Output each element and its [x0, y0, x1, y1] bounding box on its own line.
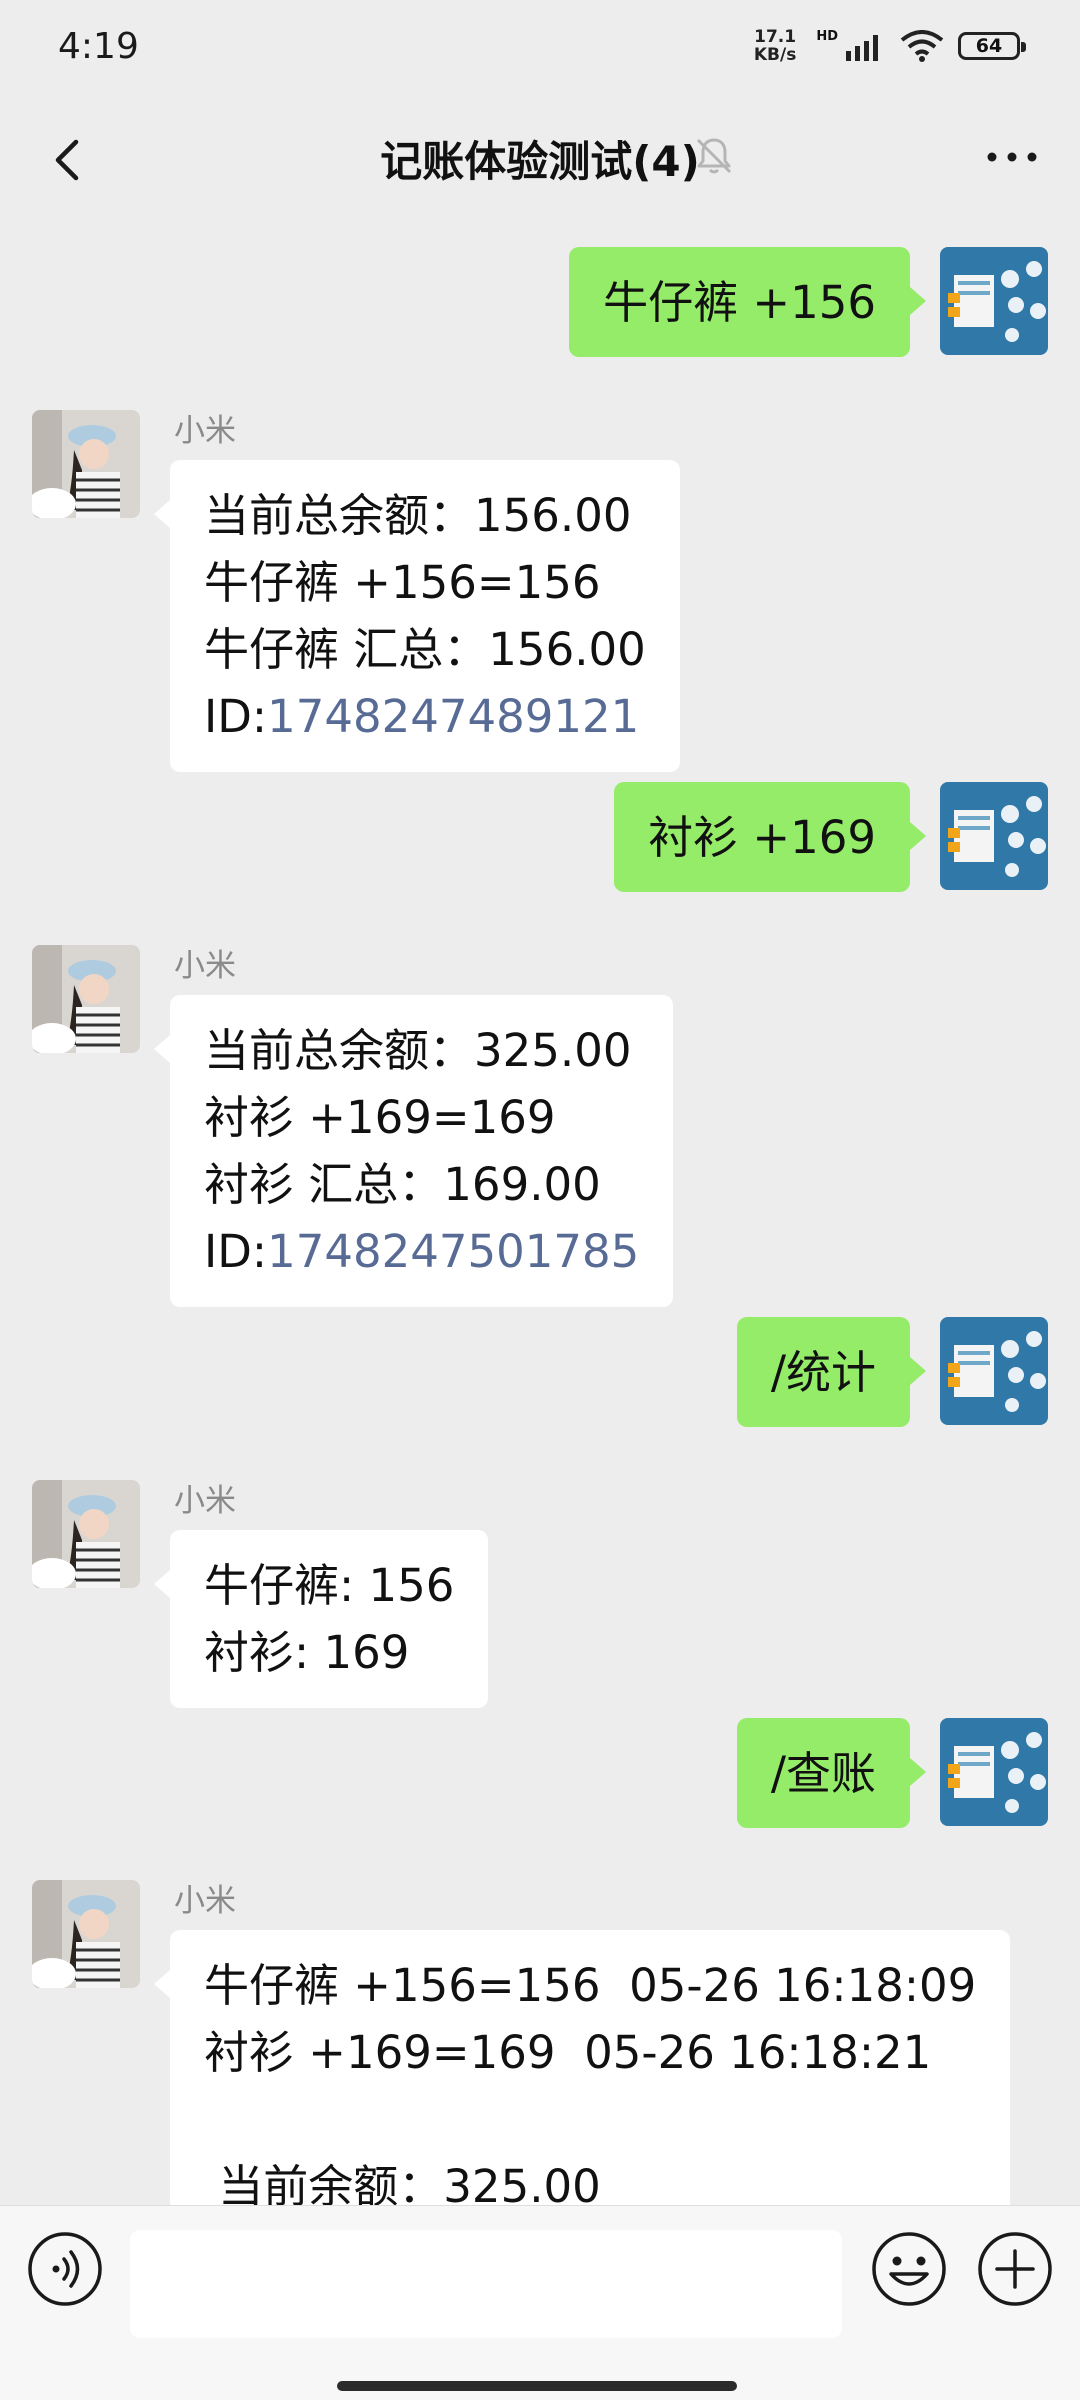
message-text: 衬衫 +169: [648, 810, 876, 864]
more-icon[interactable]: [980, 132, 1044, 182]
incoming-message-bubble[interactable]: 牛仔裤: 156 衬衫: 169: [153, 1530, 489, 1708]
contact-avatar[interactable]: [32, 410, 140, 518]
message-id-link[interactable]: 1748247501785: [267, 1225, 639, 1278]
sender-name: 小米: [174, 1883, 236, 1919]
emoji-icon[interactable]: [870, 2230, 948, 2308]
sender-name: 小米: [174, 1483, 236, 1519]
message-line: 当前总余额：325.00: [204, 1024, 632, 1077]
contact-avatar-image: [32, 945, 140, 1053]
message-line: 当前余额：325.00: [204, 2160, 601, 2205]
my-avatar-image: [940, 782, 1048, 890]
home-indicator[interactable]: [337, 2381, 737, 2391]
contact-avatar-image: [32, 410, 140, 518]
message-line: [204, 2086, 976, 2153]
message-line: 衬衫 +169=169 05-26 16:18:21: [204, 2026, 932, 2079]
contact-avatar[interactable]: [32, 1880, 140, 1988]
wifi-icon: [900, 30, 944, 62]
contact-avatar[interactable]: [32, 945, 140, 1053]
network-speed: 17.1 KB/s: [754, 28, 796, 64]
message-text: 牛仔裤 +156: [603, 275, 876, 329]
message-row-outgoing: /统计: [0, 1317, 1080, 1427]
message-id-prefix: ID:: [204, 690, 268, 743]
message-row-outgoing: 衬衫 +169: [0, 782, 1080, 892]
sender-name: 小米: [174, 948, 236, 984]
incoming-message-bubble[interactable]: 当前总余额：156.00 牛仔裤 +156=156 牛仔裤 汇总：156.00 …: [154, 460, 680, 772]
sender-name: 小米: [174, 413, 236, 449]
message-id-prefix: ID:: [204, 1225, 268, 1278]
outgoing-message-bubble[interactable]: 牛仔裤 +156: [569, 247, 926, 357]
message-row-incoming: 小米 当前总余额：156.00 牛仔裤 +156=156 牛仔裤 汇总：156.…: [0, 393, 1080, 772]
plus-icon[interactable]: [976, 2230, 1054, 2308]
outgoing-message-bubble[interactable]: 衬衫 +169: [614, 782, 926, 892]
incoming-message-bubble[interactable]: 牛仔裤 +156=156 05-26 16:18:09 衬衫 +169=169 …: [153, 1930, 1011, 2205]
my-avatar[interactable]: [940, 1718, 1048, 1826]
message-line: 衬衫: 169: [204, 1626, 410, 1679]
hd-badge: HD: [816, 28, 838, 44]
message-row-incoming: 小米 牛仔裤: 156 衬衫: 169: [0, 1463, 1080, 1708]
message-row-outgoing: 牛仔裤 +156: [0, 247, 1080, 357]
message-row-incoming: 小米 当前总余额：325.00 衬衫 +169=169 衬衫 汇总：169.00…: [0, 928, 1080, 1307]
message-line: 衬衫 +169=169: [204, 1091, 556, 1144]
status-icons: 17.1 KB/s HD 64: [754, 28, 1026, 64]
message-line: 牛仔裤: 156: [204, 1559, 455, 1612]
network-speed-unit: KB/s: [753, 45, 797, 65]
my-avatar-image: [940, 1718, 1048, 1826]
my-avatar[interactable]: [940, 247, 1048, 355]
chat-header: 记账体验测试(4): [0, 100, 1080, 220]
my-avatar-image: [940, 247, 1048, 355]
battery-level: 64: [975, 35, 1003, 57]
message-line: 衬衫 汇总：169.00: [204, 1158, 601, 1211]
my-avatar[interactable]: [940, 782, 1048, 890]
my-avatar[interactable]: [940, 1317, 1048, 1425]
status-time: 4:19: [58, 26, 139, 67]
message-id-line: ID:1748247489121: [204, 683, 646, 750]
mute-icon: [696, 138, 732, 174]
message-text: /查账: [770, 1746, 876, 1800]
input-bar: [0, 2205, 1080, 2400]
incoming-message-bubble[interactable]: 当前总余额：325.00 衬衫 +169=169 衬衫 汇总：169.00 ID…: [153, 995, 674, 1307]
network-speed-value: 17.1: [754, 27, 797, 47]
message-text: /统计: [770, 1345, 876, 1399]
message-row-outgoing: /查账: [0, 1718, 1080, 1828]
my-avatar-image: [940, 1317, 1048, 1425]
status-bar: 4:19 17.1 KB/s HD 64: [0, 0, 1080, 100]
message-row-incoming: 小米 牛仔裤 +156=156 05-26 16:18:09 衬衫 +169=1…: [0, 1863, 1080, 2205]
voice-icon[interactable]: [26, 2230, 104, 2308]
contact-avatar-image: [32, 1880, 140, 1988]
message-id-link[interactable]: 1748247489121: [267, 690, 639, 743]
outgoing-message-bubble[interactable]: /查账: [736, 1718, 927, 1828]
message-input[interactable]: [130, 2230, 842, 2338]
contact-avatar[interactable]: [32, 1480, 140, 1588]
contact-avatar-image: [32, 1480, 140, 1588]
message-line: 当前总余额：156.00: [204, 489, 632, 542]
battery-icon: 64: [958, 32, 1026, 60]
message-list[interactable]: 牛仔裤 +156 小米 当前总余额：156.00 牛仔裤 +156=156 牛仔…: [0, 220, 1080, 2205]
message-line: 牛仔裤 +156=156 05-26 16:18:09: [204, 1959, 977, 2012]
message-line: 牛仔裤 +156=156: [204, 556, 601, 609]
page-title: 记账体验测试(4): [380, 137, 700, 186]
message-line: 牛仔裤 汇总：156.00: [204, 623, 646, 676]
message-id-line: ID:1748247501785: [204, 1218, 639, 1285]
outgoing-message-bubble[interactable]: /统计: [736, 1317, 927, 1427]
signal-icon: [846, 35, 878, 61]
